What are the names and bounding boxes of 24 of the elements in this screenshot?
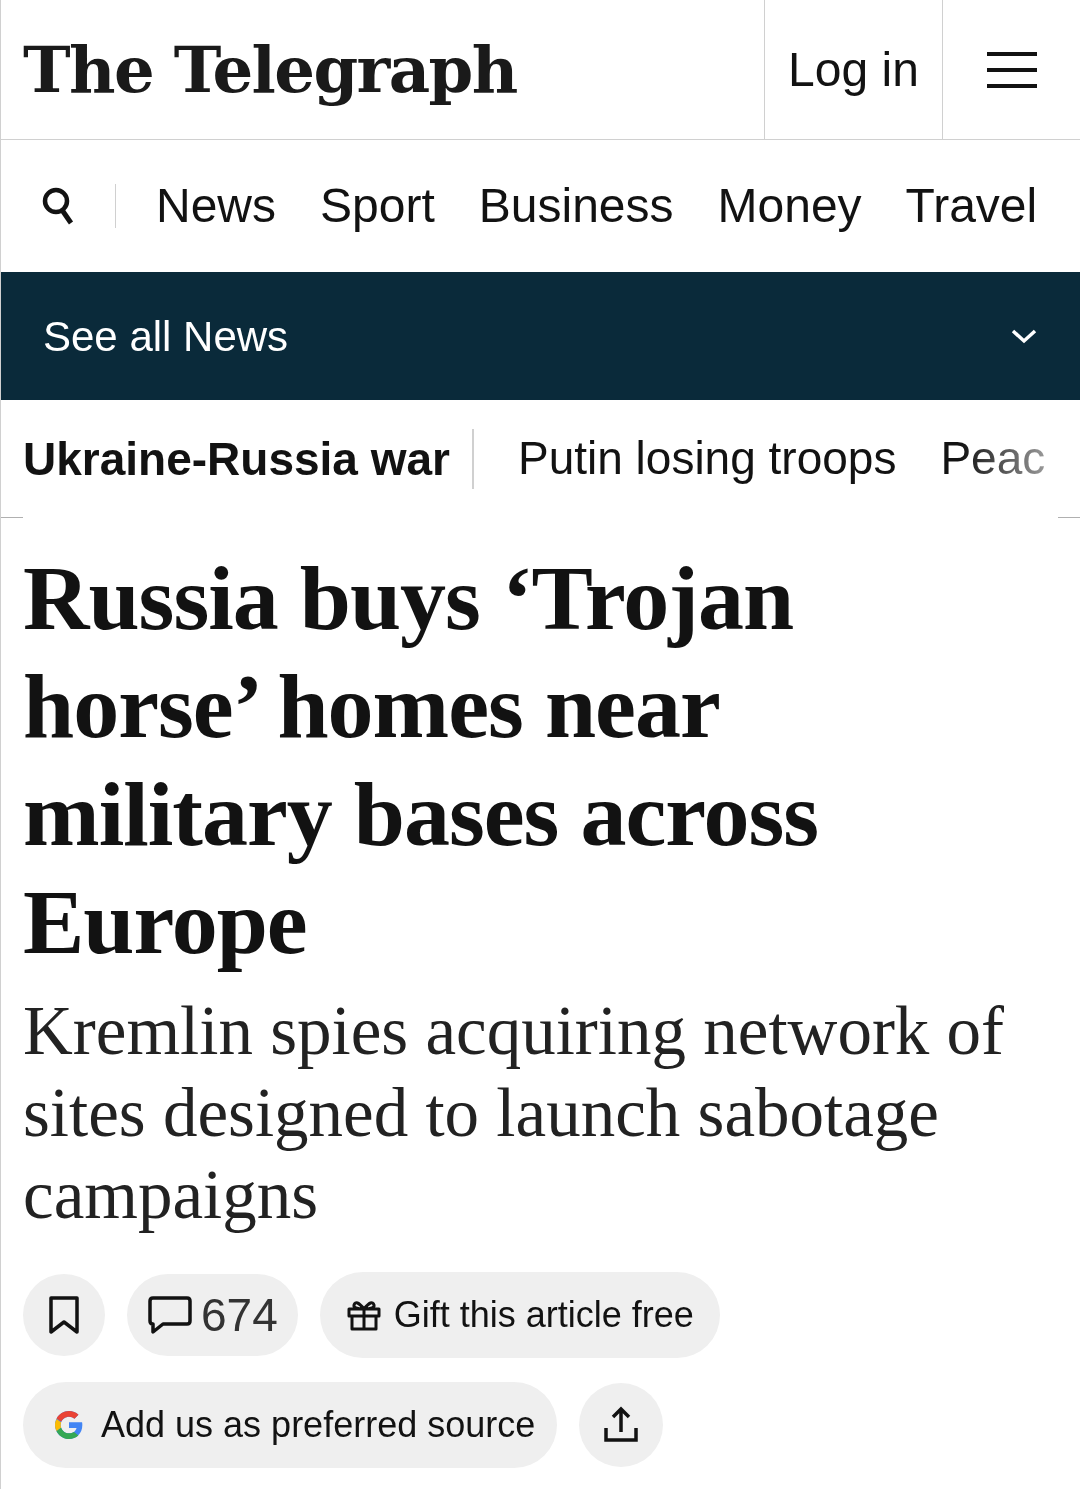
search-icon [41, 186, 75, 226]
topic-link[interactable]: Peac [940, 424, 1046, 493]
topic-link[interactable]: Putin losing troops [517, 424, 897, 493]
topic-link[interactable]: Ukraine-Russia war [23, 428, 474, 489]
bookmark-icon [48, 1295, 80, 1335]
nav-link[interactable]: News [156, 170, 277, 242]
google-icon [53, 1409, 85, 1441]
nav-link[interactable]: Business [478, 170, 674, 242]
standfirst: Kremlin spies acquiring network of sites designed to launch sabotage campaigns [23, 992, 1006, 1235]
preferred-source-button[interactable]: Add us as preferred source [23, 1382, 558, 1468]
gift-button[interactable]: Gift this article free [319, 1272, 720, 1358]
headline: Russia buys ‘Trojan horse’ homes near military bases across Europe [23, 546, 819, 975]
comment-icon [147, 1295, 193, 1335]
menu-icon [984, 49, 1039, 90]
search-button[interactable] [41, 186, 75, 226]
nav-link[interactable]: Money [717, 170, 862, 242]
nav-link[interactable]: Sport [320, 170, 435, 242]
section-dropdown[interactable]: See all News [1, 272, 1080, 400]
comments-button[interactable]: 674 [127, 1274, 298, 1356]
login-button[interactable]: Log in [764, 0, 942, 139]
logo[interactable]: The Telegraph [23, 21, 517, 118]
nav-link[interactable]: Travel [905, 170, 1038, 242]
share-icon [602, 1406, 641, 1444]
gift-icon [345, 1298, 382, 1332]
